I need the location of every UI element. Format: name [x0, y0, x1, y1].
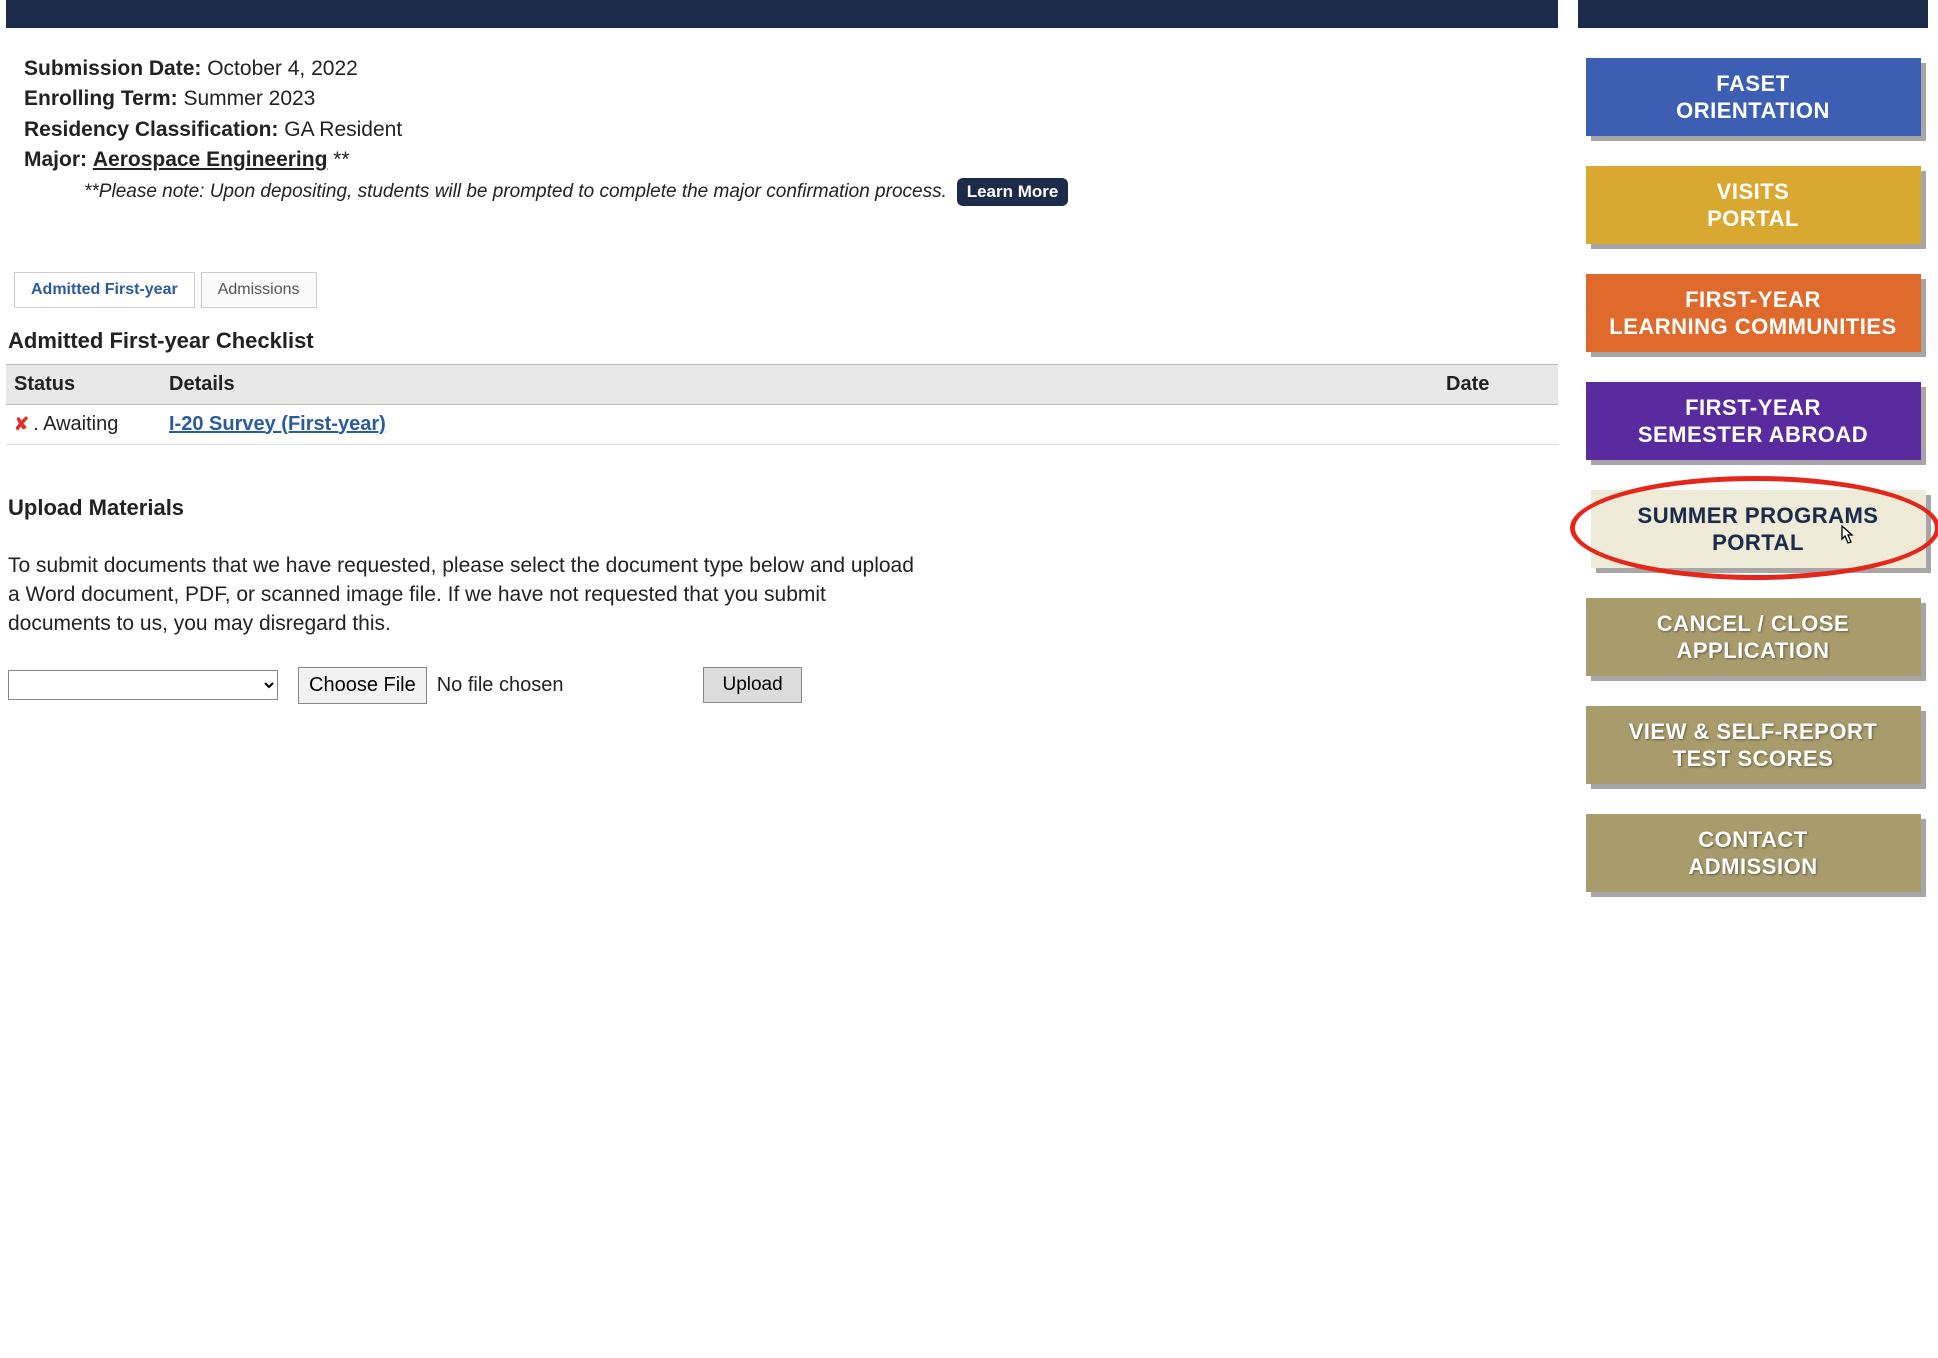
summer-label: SUMMER PROGRAMS PORTAL — [1638, 502, 1879, 557]
major-label: Major: — [24, 148, 87, 171]
status-text: . Awaiting — [33, 413, 118, 435]
flc-label: FIRST-YEAR LEARNING COMMUNITIES — [1609, 286, 1896, 341]
table-row: ✘. Awaiting I-20 Survey (First-year) — [6, 404, 1558, 444]
col-status: Status — [6, 364, 161, 404]
contact-label: CONTACT ADMISSION — [1688, 826, 1817, 881]
application-info-block: Submission Date: October 4, 2022 Enrolli… — [6, 44, 1558, 212]
residency-value: GA Resident — [284, 118, 402, 141]
document-type-select[interactable] — [8, 670, 278, 700]
upload-button[interactable]: Upload — [703, 667, 801, 703]
enrolling-term-label: Enrolling Term: — [24, 87, 178, 110]
upload-description: To submit documents that we have request… — [8, 551, 928, 639]
side-header-bar — [1578, 0, 1928, 28]
submission-date-label: Submission Date: — [24, 57, 201, 80]
upload-heading: Upload Materials — [8, 495, 1558, 521]
tab-admissions[interactable]: Admissions — [201, 272, 317, 308]
first-year-semester-abroad-button[interactable]: FIRST-YEAR SEMESTER ABROAD — [1586, 382, 1921, 460]
faset-label: FASET ORIENTATION — [1676, 70, 1830, 125]
abroad-label: FIRST-YEAR SEMESTER ABROAD — [1638, 394, 1868, 449]
x-icon: ✘ — [14, 414, 29, 434]
view-self-report-test-scores-button[interactable]: VIEW & SELF-REPORT TEST SCORES — [1586, 706, 1921, 784]
checklist-table: Status Details Date ✘. Awaiting I-20 Sur… — [6, 364, 1558, 445]
learn-more-button[interactable]: Learn More — [957, 178, 1069, 206]
enrolling-term-value: Summer 2023 — [183, 87, 315, 110]
visits-label: VISITS PORTAL — [1707, 178, 1799, 233]
faset-orientation-button[interactable]: FASET ORIENTATION — [1586, 58, 1921, 136]
submission-date-value: October 4, 2022 — [207, 57, 358, 80]
tab-admitted-first-year[interactable]: Admitted First-year — [14, 272, 195, 308]
checklist-heading: Admitted First-year Checklist — [8, 328, 1558, 354]
col-details: Details — [161, 364, 1438, 404]
major-suffix: ** — [327, 148, 349, 171]
visits-portal-button[interactable]: VISITS PORTAL — [1586, 166, 1921, 244]
major-link[interactable]: Aerospace Engineering — [93, 148, 328, 171]
residency-label: Residency Classification: — [24, 118, 278, 141]
checklist-detail-link[interactable]: I-20 Survey (First-year) — [169, 413, 386, 435]
checklist-date — [1438, 404, 1558, 444]
deposit-note: **Please note: Upon depositing, students… — [24, 181, 947, 202]
contact-admission-button[interactable]: CONTACT ADMISSION — [1586, 814, 1921, 892]
choose-file-button[interactable]: Choose File — [298, 667, 427, 704]
no-file-chosen-text: No file chosen — [437, 674, 564, 697]
scores-label: VIEW & SELF-REPORT TEST SCORES — [1629, 718, 1878, 773]
col-date: Date — [1438, 364, 1558, 404]
main-header-bar — [6, 0, 1558, 28]
first-year-learning-communities-button[interactable]: FIRST-YEAR LEARNING COMMUNITIES — [1586, 274, 1921, 352]
summer-programs-portal-button[interactable]: SUMMER PROGRAMS PORTAL — [1591, 490, 1926, 568]
tabs: Admitted First-year Admissions — [14, 272, 1558, 308]
cancel-label: CANCEL / CLOSE APPLICATION — [1657, 610, 1849, 665]
cancel-close-application-button[interactable]: CANCEL / CLOSE APPLICATION — [1586, 598, 1921, 676]
